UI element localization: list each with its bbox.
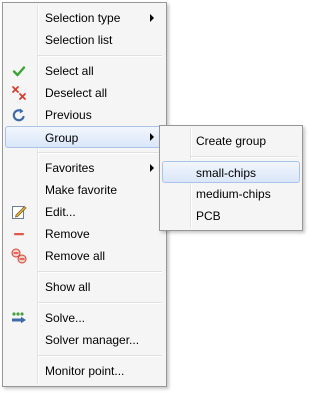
menu-item-label: Make favorite [45, 183, 118, 197]
menu-item-label: Show all [45, 280, 91, 294]
menu-item-label: PCB [196, 209, 221, 223]
undo-arrow-icon [12, 108, 25, 122]
submenu-arrow-icon [150, 14, 154, 22]
menu-separator [38, 302, 162, 304]
menu-item-remove-all[interactable]: Remove all [5, 245, 164, 267]
menu-item-label: Solve... [45, 311, 86, 325]
menu-item-label: Remove [45, 227, 90, 241]
edit-pencil-icon [12, 206, 27, 219]
menu-item-label: Favorites [45, 161, 95, 175]
menu-item-label: medium-chips [196, 187, 271, 201]
menu-separator [191, 156, 298, 158]
menu-separator [38, 355, 162, 357]
menu-item-create-group[interactable]: Create group [162, 130, 300, 152]
menu-item-label: Edit... [45, 205, 76, 219]
menu-item-label: Select all [45, 64, 94, 78]
menu-item-select-all[interactable]: Select all [5, 60, 164, 82]
menu-item-group-pcb[interactable]: PCB [162, 205, 300, 227]
menu-item-selection-type[interactable]: Selection type [5, 7, 164, 29]
minus-icon [14, 233, 24, 236]
menu-item-monitor-point[interactable]: Monitor point... [5, 360, 164, 382]
menu-separator [38, 271, 162, 273]
menu-item-group-small-chips[interactable]: small-chips [162, 161, 300, 183]
menu-item-label: small-chips [196, 166, 257, 180]
menu-item-label: Group [45, 131, 79, 145]
menu-item-label: Create group [196, 134, 267, 148]
menu-item-selection-list[interactable]: Selection list [5, 29, 164, 51]
menu-item-label: Selection list [45, 33, 113, 47]
menu-item-remove[interactable]: Remove [5, 223, 164, 245]
menu-separator [38, 152, 162, 154]
menu-item-previous[interactable]: Previous [5, 104, 164, 126]
solve-icon [12, 312, 26, 324]
menu-item-label: Solver manager... [45, 333, 140, 347]
menu-separator [38, 55, 162, 57]
menu-item-group[interactable]: Group [5, 126, 164, 148]
check-icon [12, 66, 26, 77]
menu-item-deselect-all[interactable]: Deselect all [5, 82, 164, 104]
group-submenu: Create group small-chips medium-chips PC… [159, 125, 303, 231]
remove-all-icon [11, 248, 27, 264]
submenu-arrow-icon [150, 164, 154, 172]
menu-item-solve[interactable]: Solve... [5, 307, 164, 329]
menu-item-label: Previous [45, 108, 92, 122]
menu-item-label: Selection type [45, 11, 121, 25]
menu-item-label: Remove all [45, 249, 106, 263]
menu-item-favorites[interactable]: Favorites [5, 157, 164, 179]
menu-item-group-medium-chips[interactable]: medium-chips [162, 183, 300, 205]
context-menu: Selection type Selection list Select all… [2, 2, 167, 387]
menu-item-label: Monitor point... [45, 364, 125, 378]
menu-item-label: Deselect all [45, 86, 108, 100]
menu-item-solver-manager[interactable]: Solver manager... [5, 329, 164, 351]
submenu-arrow-icon [150, 133, 154, 141]
menu-item-show-all[interactable]: Show all [5, 276, 164, 298]
menu-item-make-favorite[interactable]: Make favorite [5, 179, 164, 201]
multi-cross-icon [12, 86, 26, 100]
menu-item-edit[interactable]: Edit... [5, 201, 164, 223]
